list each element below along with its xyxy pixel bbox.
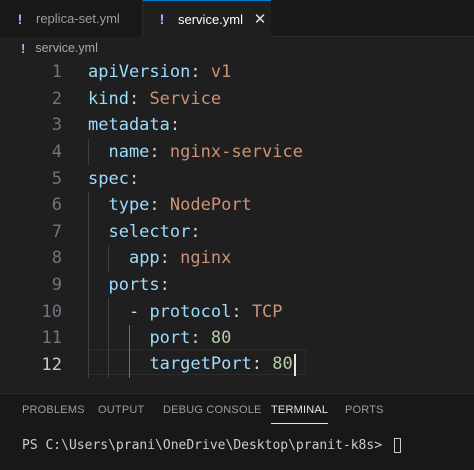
tab-debug-console[interactable]: DEBUG CONSOLE: [163, 394, 262, 426]
code-text: targetPort: 80: [88, 353, 296, 376]
code-line[interactable]: 11 port: 80: [0, 325, 474, 352]
yaml-value: nginx-service: [169, 142, 303, 163]
code-editor[interactable]: 1 apiVersion: v1 2 kind: Service 3 metadata:4…: [0, 59, 474, 385]
yaml-key: port: [149, 328, 191, 349]
yaml-key: protocol: [149, 301, 232, 322]
yaml-file-icon: !: [17, 10, 23, 27]
code-line[interactable]: 4 name: nginx-service: [0, 139, 474, 166]
code-line[interactable]: 9 ports:: [0, 272, 474, 299]
code-line[interactable]: 10 - protocol: TCP: [0, 298, 474, 325]
tab-ports[interactable]: PORTS: [345, 394, 384, 426]
yaml-value: 80: [272, 353, 293, 374]
tab-output[interactable]: OUTPUT: [98, 394, 144, 426]
tab-label: replica-set.yml: [36, 11, 120, 26]
indent-guide: [88, 192, 89, 379]
line-number: 10: [41, 301, 62, 322]
yaml-file-icon: !: [21, 40, 26, 56]
line-number: 3: [51, 115, 62, 136]
line-number: 9: [51, 275, 62, 296]
tab-service[interactable]: ! service.yml ✕: [143, 0, 271, 37]
yaml-value: v1: [210, 62, 232, 83]
code-text: selector:: [88, 221, 201, 242]
yaml-value: Service: [149, 88, 222, 109]
code-text: kind: Service: [88, 89, 221, 109]
yaml-key: apiVersion: [88, 62, 191, 83]
code-line[interactable]: 6 type: NodePort: [0, 192, 474, 219]
indent-guide: [108, 298, 110, 379]
line-number: 4: [51, 142, 62, 163]
yaml-key: app: [128, 248, 160, 269]
yaml-colon: :: [159, 275, 170, 296]
yaml-value: TCP: [251, 301, 283, 322]
yaml-key: spec: [88, 168, 129, 189]
code-line[interactable]: 1 apiVersion: v1: [0, 59, 474, 86]
tab-replica-set[interactable]: ! replica-set.yml: [0, 0, 143, 37]
indent-guide: [88, 138, 89, 166]
text-cursor: [293, 353, 296, 376]
yaml-key: name: [108, 142, 150, 163]
code-text: apiVersion: v1: [88, 62, 231, 82]
editor-tab-bar: ! replica-set.yml ! service.yml ✕: [0, 0, 474, 37]
yaml-colon: :: [190, 62, 211, 83]
line-number: 11: [41, 328, 62, 349]
line-number: 1: [51, 62, 62, 83]
yaml-colon: :: [190, 221, 201, 242]
yaml-value: NodePort: [169, 195, 252, 216]
breadcrumb-file[interactable]: service.yml: [35, 41, 98, 55]
close-icon[interactable]: ✕: [252, 10, 268, 28]
code-line[interactable]: 8 app: nginx: [0, 245, 474, 272]
terminal-cursor: [393, 438, 401, 453]
code-text: metadata:: [88, 115, 180, 135]
code-line[interactable]: 5 spec:: [0, 165, 474, 192]
code-line[interactable]: 2 kind: Service: [0, 86, 474, 113]
yaml-key: type: [108, 195, 150, 216]
breadcrumb: ! service.yml: [0, 37, 474, 59]
yaml-value: 80: [210, 328, 232, 349]
yaml-file-icon: !: [159, 11, 165, 27]
yaml-colon: :: [190, 328, 211, 349]
code-text: port: 80: [88, 328, 231, 348]
list-dash: -: [128, 301, 150, 322]
code-text: ports:: [88, 275, 170, 296]
indent-guide: [128, 325, 130, 379]
yaml-key: metadata: [88, 115, 170, 136]
line-number: 12: [41, 354, 62, 375]
line-number: 8: [51, 248, 62, 269]
yaml-colon: :: [128, 88, 150, 109]
yaml-key: ports: [108, 275, 160, 296]
code-text: name: nginx-service: [88, 142, 303, 162]
yaml-colon: :: [128, 168, 140, 189]
yaml-colon: :: [149, 195, 170, 216]
yaml-key: selector: [108, 221, 191, 242]
yaml-colon: :: [159, 248, 181, 269]
line-number: 5: [51, 168, 62, 189]
line-number: 6: [51, 195, 62, 216]
code-text: type: NodePort: [88, 195, 252, 216]
code-line[interactable]: 3 metadata:: [0, 112, 474, 139]
tab-problems[interactable]: PROBLEMS: [22, 394, 85, 426]
bottom-panel: PROBLEMS OUTPUT DEBUG CONSOLE TERMINAL P…: [0, 393, 474, 470]
yaml-colon: :: [149, 142, 170, 163]
line-number: 7: [51, 221, 62, 242]
code-text: app: nginx: [88, 248, 231, 268]
yaml-colon: :: [231, 301, 252, 322]
indent-guide: [108, 245, 110, 272]
code-text: - protocol: TCP: [88, 302, 283, 322]
tab-label: service.yml: [178, 11, 244, 27]
yaml-value: nginx: [180, 248, 232, 269]
terminal-prompt: PS C:\Users\prani\OneDrive\Desktop\prani…: [22, 438, 390, 453]
yaml-colon: :: [251, 353, 273, 374]
yaml-key: targetPort: [149, 353, 252, 374]
tab-terminal[interactable]: TERMINAL: [271, 394, 329, 424]
terminal-line[interactable]: PS C:\Users\prani\OneDrive\Desktop\prani…: [22, 438, 401, 453]
code-line[interactable]: 7 selector:: [0, 219, 474, 246]
line-number: 2: [51, 88, 62, 109]
yaml-colon: :: [169, 115, 181, 136]
yaml-key: kind: [88, 88, 129, 109]
code-line[interactable]: 12 targetPort: 80: [0, 352, 474, 379]
code-text: spec:: [88, 169, 139, 189]
